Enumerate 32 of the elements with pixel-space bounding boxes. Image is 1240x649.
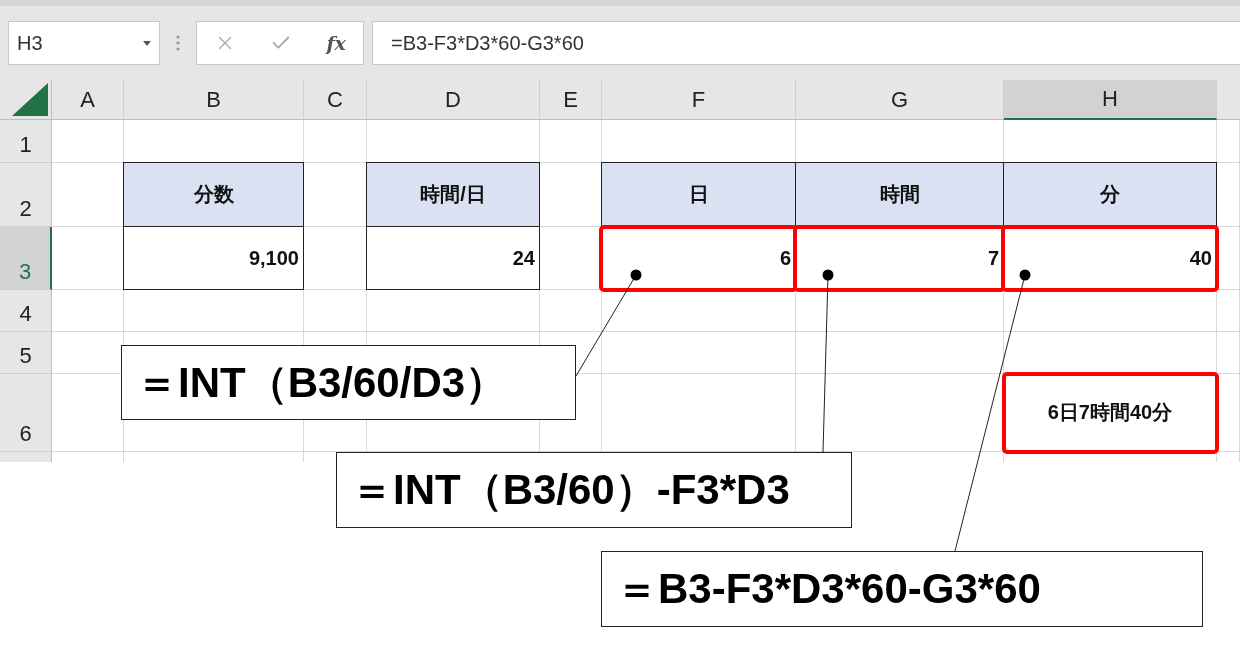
cell-reference: H3 — [17, 31, 43, 55]
table-cell: 7 — [795, 227, 1004, 290]
column-header[interactable]: A — [52, 80, 124, 120]
table-cell: 6日7時間40分 — [1004, 374, 1217, 452]
header-cell: 日 — [601, 162, 796, 227]
column-header[interactable]: B — [124, 80, 304, 120]
column-header[interactable]: C — [304, 80, 367, 120]
formula-callout: ＝INT（B3/60）-F3*D3 — [336, 452, 852, 528]
column-header[interactable]: G — [796, 80, 1004, 120]
header-cell: 分 — [1003, 162, 1217, 227]
table-cell: 24 — [366, 227, 540, 290]
formula-callout: ＝INT（B3/60/D3） — [121, 345, 576, 420]
row-header[interactable]: 1 — [0, 120, 52, 163]
table-cell: 9,100 — [123, 227, 304, 290]
formula-callout: ＝B3-F3*D3*60-G3*60 — [601, 551, 1203, 627]
column-header[interactable]: F — [602, 80, 796, 120]
insert-function-button[interactable]: fx — [326, 32, 346, 54]
row-header[interactable]: 6 — [0, 374, 52, 452]
row-header[interactable]: 4 — [0, 290, 52, 332]
column-header[interactable]: E — [540, 80, 602, 120]
row-header[interactable]: 3 — [0, 227, 52, 290]
formula-field[interactable]: =B3-F3*D3*60-G3*60 — [372, 21, 1240, 65]
header-cell: 時間/日 — [366, 162, 540, 227]
table-cell: 40 — [1003, 227, 1217, 290]
header-cell: 分数 — [123, 162, 304, 227]
header-cell: 時間 — [795, 162, 1004, 227]
column-header[interactable]: H — [1004, 80, 1217, 120]
name-box[interactable]: H3 — [8, 21, 160, 65]
column-header[interactable]: D — [367, 80, 540, 120]
row-header[interactable]: 5 — [0, 332, 52, 374]
row-header[interactable]: 2 — [0, 163, 52, 227]
table-cell: 6 — [601, 227, 796, 290]
